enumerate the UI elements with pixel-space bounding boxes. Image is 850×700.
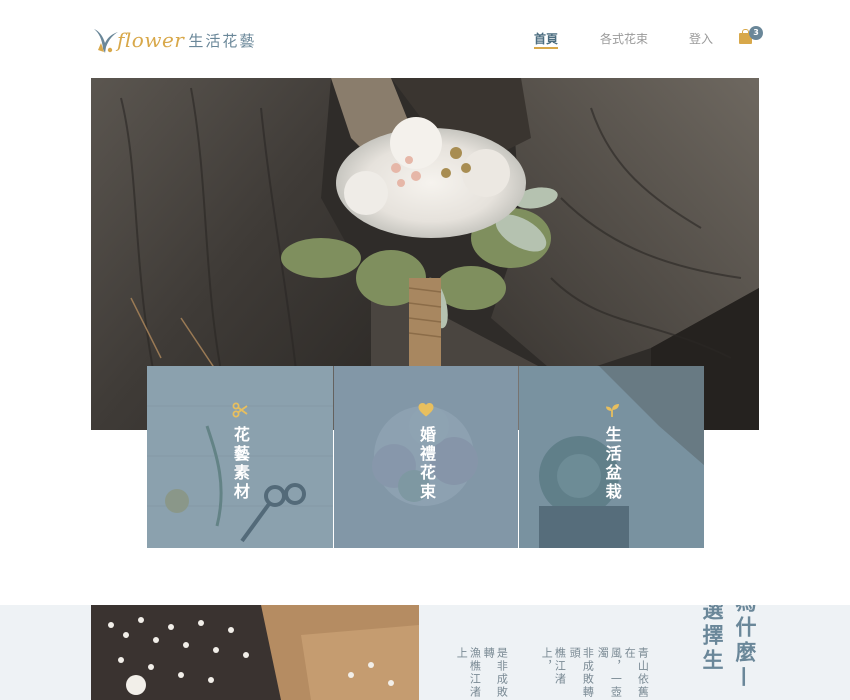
scissors-icon (232, 402, 248, 418)
category-card-floral-materials[interactable]: 花藝素材 (147, 366, 333, 548)
heart-icon (418, 403, 434, 417)
category-label: 婚禮花束 (417, 426, 436, 502)
category-label: 生活盆栽 (602, 426, 622, 502)
baby-breath-photo (91, 605, 419, 700)
about-text-col-2: 風，一壺濁 (596, 647, 623, 699)
nav-link-home[interactable]: 首頁 (534, 30, 559, 49)
section-heading-line-1: 為什麼— (733, 605, 758, 691)
cart-button[interactable]: 3 (737, 25, 767, 49)
about-text-col-6: 漁樵江渚上 (455, 647, 482, 699)
about-text-col-4: 樵江渚上， (540, 647, 567, 686)
about-text-col-5: 是非成敗轉 (482, 647, 509, 699)
cart-count-badge: 3 (749, 26, 763, 40)
category-label: 花藝素材 (230, 426, 250, 502)
category-card-wedding-bouquets[interactable]: 婚禮花束 (332, 366, 519, 548)
main-nav: 首頁 各式花束 登入 (0, 30, 850, 50)
nav-link-bouquets[interactable]: 各式花束 (600, 30, 648, 47)
site-header: flower 生活花藝 首頁 各式花束 登入 3 (0, 0, 850, 78)
category-card-potted-plants[interactable]: 生活盆栽 (518, 366, 705, 548)
sprout-icon (605, 404, 619, 417)
about-text-col-1: 青山依舊在 (623, 647, 650, 699)
category-cards: 花藝素材 婚禮花束 生活盆栽 (147, 366, 705, 548)
nav-link-login[interactable]: 登入 (689, 30, 713, 47)
section-heading-line-2: 選擇生 (700, 605, 725, 674)
about-text-col-3: 非成敗轉頭 (568, 647, 595, 699)
why-choose-section: 青山依舊在 風，一壺濁 非成敗轉頭 樵江渚上， 是非成敗轉 漁樵江渚上 為什麼—… (0, 605, 850, 700)
